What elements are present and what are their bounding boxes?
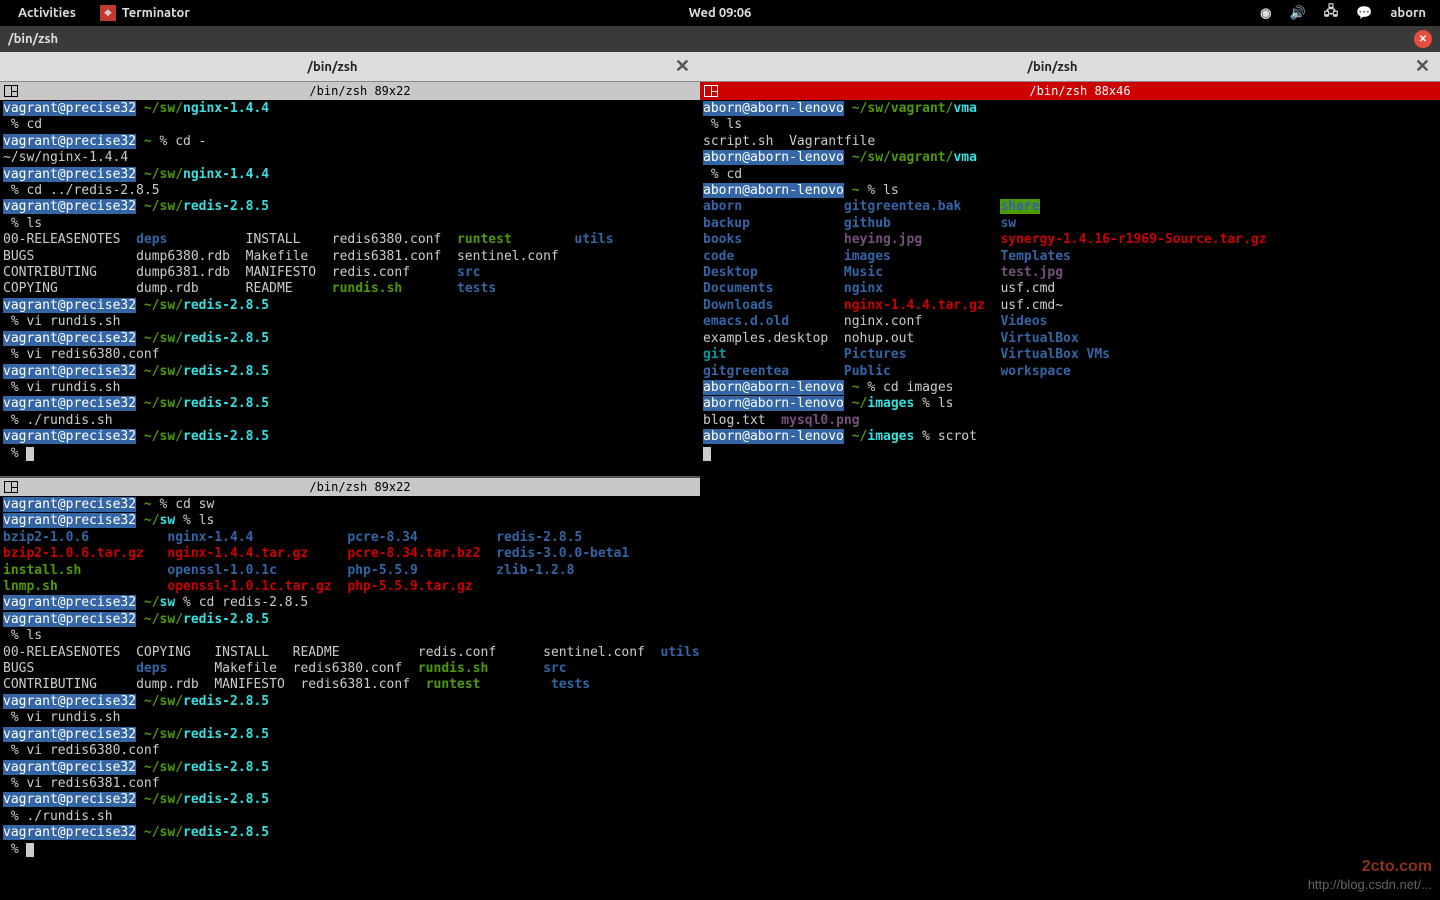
- pane-titlebar-bl[interactable]: /bin/zsh 89x22: [0, 478, 700, 496]
- user-menu[interactable]: aborn: [1390, 6, 1426, 20]
- active-app[interactable]: ⌖ Terminator: [90, 5, 200, 21]
- tab-right[interactable]: /bin/zsh: [700, 60, 1405, 74]
- volume-icon[interactable]: 🔊: [1290, 6, 1306, 21]
- watermark-brand: 2cto.com: [1308, 858, 1432, 876]
- cursor: [703, 447, 711, 461]
- pane-title-tl: /bin/zsh 89x22: [24, 84, 696, 98]
- gnome-topbar: Activities ⌖ Terminator Wed 09:06 ◉ 🔊 🖧 …: [0, 0, 1440, 26]
- tab-bar-left: /bin/zsh ✕: [0, 52, 700, 82]
- pane-title-bl: /bin/zsh 89x22: [24, 480, 696, 494]
- terminal-r[interactable]: aborn@aborn-lenovo ~/sw/vagrant/vma % ls…: [700, 100, 1440, 900]
- left-column: /bin/zsh ✕ /bin/zsh 89x22 vagrant@precis…: [0, 52, 700, 900]
- tab-left[interactable]: /bin/zsh: [0, 60, 665, 74]
- window-title: /bin/zsh: [8, 32, 58, 46]
- split-icon[interactable]: [4, 85, 18, 97]
- activities-button[interactable]: Activities: [14, 6, 80, 20]
- watermark: 2cto.com http://blog.csdn.net/...: [1308, 858, 1432, 894]
- terminator-icon: ⌖: [100, 5, 116, 21]
- watermark-url: http://blog.csdn.net/...: [1308, 876, 1432, 894]
- accessibility-icon[interactable]: ◉: [1260, 6, 1271, 21]
- terminal-bl[interactable]: vagrant@precise32 ~ % cd sw vagrant@prec…: [0, 496, 700, 900]
- tab-close-right[interactable]: ✕: [1405, 56, 1440, 77]
- terminator-workspace: /bin/zsh ✕ /bin/zsh 89x22 vagrant@precis…: [0, 52, 1440, 900]
- cursor: [26, 843, 34, 857]
- pane-top-left: /bin/zsh 89x22 vagrant@precise32 ~/sw/ng…: [0, 82, 700, 478]
- tab-bar-right: /bin/zsh ✕: [700, 52, 1440, 82]
- pane-titlebar-tl[interactable]: /bin/zsh 89x22: [0, 82, 700, 100]
- cursor: [26, 447, 34, 461]
- window-titlebar[interactable]: /bin/zsh ✕: [0, 26, 1440, 52]
- pane-right: /bin/zsh 88x46 aborn@aborn-lenovo ~/sw/v…: [700, 82, 1440, 900]
- pane-title-r: /bin/zsh 88x46: [724, 84, 1436, 98]
- pane-titlebar-r[interactable]: /bin/zsh 88x46: [700, 82, 1440, 100]
- terminal-tl[interactable]: vagrant@precise32 ~/sw/nginx-1.4.4 % cd …: [0, 100, 700, 476]
- clock[interactable]: Wed 09:06: [689, 6, 752, 20]
- tab-close-left[interactable]: ✕: [665, 56, 700, 77]
- split-icon[interactable]: [704, 85, 718, 97]
- window-close-button[interactable]: ✕: [1414, 30, 1432, 48]
- network-icon[interactable]: 🖧: [1324, 2, 1339, 24]
- chat-icon[interactable]: 💬: [1356, 6, 1372, 21]
- pane-bottom-left: /bin/zsh 89x22 vagrant@precise32 ~ % cd …: [0, 478, 700, 900]
- active-app-name: Terminator: [122, 6, 190, 20]
- right-column: /bin/zsh ✕ /bin/zsh 88x46 aborn@aborn-le…: [700, 52, 1440, 900]
- split-icon[interactable]: [4, 481, 18, 493]
